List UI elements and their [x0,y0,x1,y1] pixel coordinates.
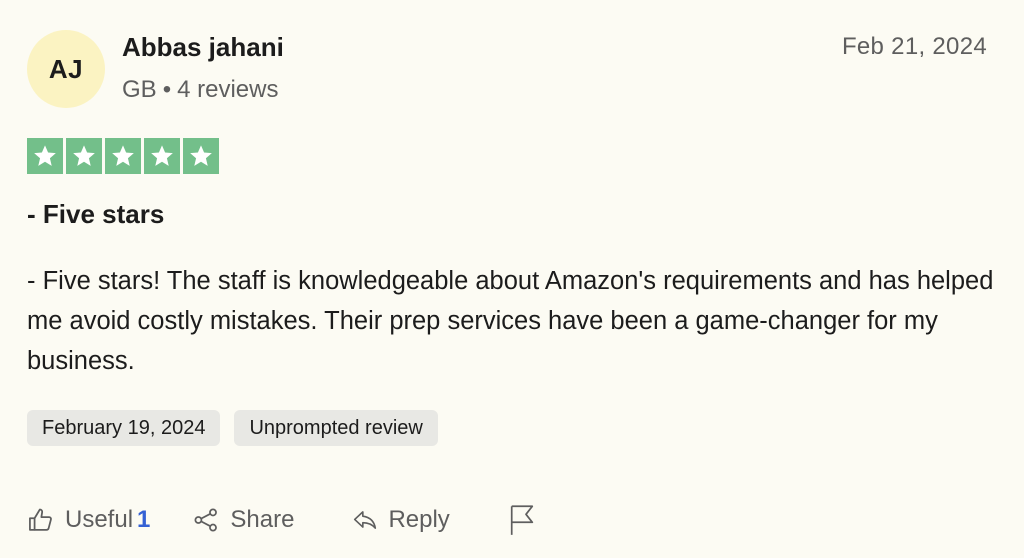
star-icon [144,138,180,174]
reply-arrow-icon [352,507,378,533]
report-flag-button[interactable] [508,504,536,536]
star-icon [183,138,219,174]
review-card: AJ Abbas jahani GB • 4 reviews Feb 21, 2… [0,0,1024,558]
reviewer-country: GB [122,76,157,103]
reviewer-meta: GB • 4 reviews [122,74,278,106]
experience-date-tag: February 19, 2024 [27,410,221,446]
share-icon [192,506,220,534]
avatar[interactable]: AJ [27,30,105,108]
star-icon [66,138,102,174]
share-label: Share [230,506,295,533]
review-date: Feb 21, 2024 [841,33,987,60]
meta-separator: • [162,76,172,103]
star-icon [105,138,141,174]
reviewer-name[interactable]: Abbas jahani [122,30,284,64]
share-button[interactable]: Share [192,506,294,534]
unprompted-review-tag[interactable]: Unprompted review [234,410,438,446]
star-icon [27,138,63,174]
flag-icon [508,504,536,536]
review-actions: Useful 1 Share Reply [27,500,536,540]
reviewer-review-count[interactable]: 4 reviews [177,74,278,106]
reply-label: Reply [388,506,450,533]
star-rating [27,138,219,174]
useful-count: 1 [137,506,151,533]
review-tags: February 19, 2024 Unprompted review [27,410,438,446]
review-title[interactable]: - Five stars [27,196,164,232]
thumbs-up-icon [27,506,55,534]
useful-label: Useful [65,506,134,533]
review-body: - Five stars! The staff is knowledgeable… [27,267,994,375]
useful-button[interactable]: Useful 1 [27,506,150,534]
reply-button[interactable]: Reply [352,506,450,534]
